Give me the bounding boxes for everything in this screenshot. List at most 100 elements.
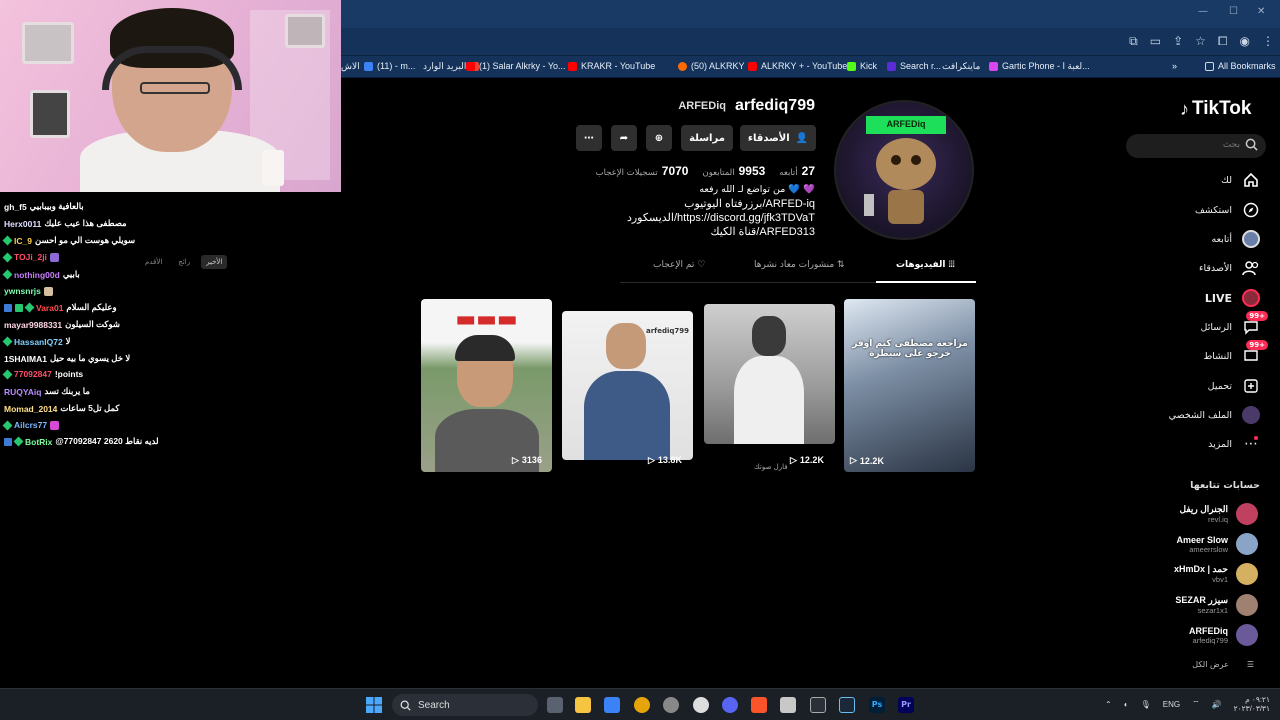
stat-following[interactable]: 27أتابعه [779,160,815,179]
upload-icon [1242,377,1260,395]
more-options-button[interactable]: ⋯ [576,125,602,151]
person-head [606,323,646,369]
obs-icon[interactable] [693,697,709,713]
see-all-label: عرض الكل [1192,660,1229,669]
live-icon [1242,289,1260,307]
bookmark-10[interactable]: Gartic Phone - لعبة ا... [989,61,1090,72]
video-thumbnail[interactable]: arfediq799 [562,311,693,460]
share-button[interactable]: ➦ [611,125,637,151]
bookmark-6[interactable]: ALKRKY + - YouTube [748,61,847,71]
tab-reposts[interactable]: منشورات معاد نشرها ⇅ [754,260,845,270]
search-input[interactable]: بحث [1126,134,1266,158]
bookmark-4[interactable]: KRAKR - YouTube [568,61,655,71]
nav-friends[interactable]: الأصدقاء [1199,258,1260,278]
chat-message: TOJi_2ji [2,252,59,262]
nav-upload[interactable]: تحميل [1208,376,1260,396]
taskbar-search[interactable]: Search [392,694,538,716]
brave-icon[interactable] [751,697,767,713]
clock[interactable]: ٠٩:٢١ م ٢٠٢٣/٠٣/٣١ [1234,695,1270,713]
nav-activity[interactable]: النشاط 99+ [1203,340,1268,366]
search-icon[interactable] [1245,138,1258,151]
nav-following[interactable]: أتابعه [1212,229,1260,249]
activity-badge: 99+ [1246,340,1268,350]
language-indicator[interactable]: ENG [1163,700,1180,709]
tab-liked[interactable]: تم الإعجاب ♡ [653,260,705,270]
friends-button[interactable]: الأصدقاء 👤 [740,125,816,151]
chat-filter-trending[interactable]: رائج [173,255,195,269]
following-account[interactable]: ARFEDiq arfediq799 [1189,622,1258,648]
tiktok-logo[interactable]: ♪ TikTok [1180,98,1251,120]
tab-videos[interactable]: الفيديوهات ⦙⦙⦙ [896,260,955,270]
nav-live[interactable]: LIVE [1205,288,1260,308]
bio-line: الديسكورد/https://discord.gg/jfk3TDVaT [626,212,815,224]
video-thumbnail[interactable]: ▬▬▬ [421,299,552,472]
nav-profile[interactable]: الملف الشخصي [1169,405,1260,425]
bookmark-5[interactable]: (50) ALKRKY [678,61,745,71]
account-name: Ameer Slow [1176,534,1228,545]
bookmark-9[interactable]: ماينكرافت [942,61,980,72]
star-icon[interactable]: ☆ [1195,34,1206,49]
nav-label: النشاط [1203,350,1232,362]
maximize-icon[interactable]: ☐ [1229,6,1238,17]
tray-chevron-icon[interactable]: ⌃ [1105,700,1112,709]
mic-icon[interactable]: 🎙 [1141,700,1151,709]
add-friend-button[interactable]: ⊕ [646,125,672,151]
stat-followers[interactable]: 9953المتابعون [702,160,765,179]
all-bookmarks[interactable]: All Bookmarks [1205,61,1276,71]
app-icon[interactable] [663,697,679,713]
bookmark-8[interactable]: Search r... [887,61,941,71]
stat-label: تسجيلات الإعجاب [595,168,658,178]
following-account[interactable]: Ameer Slow ameerrslow [1176,531,1258,557]
video-thumbnail[interactable]: مراجعة مصطفى كيم اوفر خرجو على سيطرة ▷ 12… [844,299,975,472]
nav-messages[interactable]: الرسائل 99+ [1201,311,1268,337]
volume-icon[interactable]: 🔊 [1212,700,1222,709]
store-icon[interactable] [604,697,620,713]
premiere-icon[interactable]: Pr [898,697,914,713]
chat-filter-latest[interactable]: الأخير [201,255,228,269]
message-button[interactable]: مراسلة [681,125,733,151]
nav-explore[interactable]: استكشف [1195,200,1260,220]
discord-icon[interactable] [722,697,738,713]
account-name: xHmDx | حمد [1173,564,1228,574]
following-account[interactable]: xHmDx | حمد vbv1 [1174,561,1258,587]
nav-more[interactable]: المزيد ⋯ [1208,434,1260,454]
extensions-icon[interactable]: ⧠ [1218,34,1228,49]
bookmark-7[interactable]: Kick [847,61,877,71]
chat-filter-oldest[interactable]: الأقدم [140,255,167,269]
app-icon[interactable] [780,697,796,713]
share-icon[interactable]: ⇪ [1173,34,1183,49]
see-all-following[interactable]: عرض الكل ☰ [1192,660,1254,669]
bookmark-0[interactable]: الاش [341,61,360,72]
emote-icon [43,286,53,296]
translate-icon[interactable]: ⧉ [1129,34,1138,49]
bookmark-1[interactable]: (11) - m... [364,61,415,71]
stat-label: المتابعون [702,168,735,178]
windows-start-icon[interactable] [366,697,382,713]
nav-for-you[interactable]: لك [1221,170,1260,190]
profile-avatar[interactable]: ARFEDiq [834,100,974,240]
menu-icon[interactable]: ⋮ [1262,34,1274,49]
cast-icon[interactable]: ▭ [1150,34,1161,49]
task-view-icon[interactable] [547,697,563,713]
account-handle: arfediq799 [1192,635,1228,645]
chrome-icon[interactable] [634,697,650,713]
photoshop-icon[interactable]: Ps [869,697,885,713]
more-bookmarks-icon[interactable]: » [1172,61,1177,71]
video-thumbnail[interactable] [704,304,835,444]
chat-message: ywnsnrjs [4,286,53,296]
file-explorer-icon[interactable] [575,697,591,713]
account-handle: sezar1x1 [1197,606,1228,615]
profile-icon[interactable]: ◉ [1240,34,1250,49]
wifi-icon[interactable]: ⌔ [1192,699,1200,709]
steam-icon[interactable] [839,697,855,713]
close-icon[interactable]: ✕ [1257,6,1265,17]
nav-label: الأصدقاء [1198,262,1232,274]
bookmark-3[interactable]: (1) Salar Alkrky - Yo... [466,61,566,71]
chat-message: Vara01 وعليكم السلام [4,302,117,313]
following-account[interactable]: الجنرال ريفل revl.iq [1180,501,1258,527]
minimize-icon[interactable]: — [1198,6,1208,17]
following-account[interactable]: SEZAR سيزر sezar1x1 [1175,592,1258,618]
gartic-icon [989,62,998,71]
network-icon[interactable]: ◐ [1124,700,1129,709]
capcut-icon[interactable] [810,697,826,713]
